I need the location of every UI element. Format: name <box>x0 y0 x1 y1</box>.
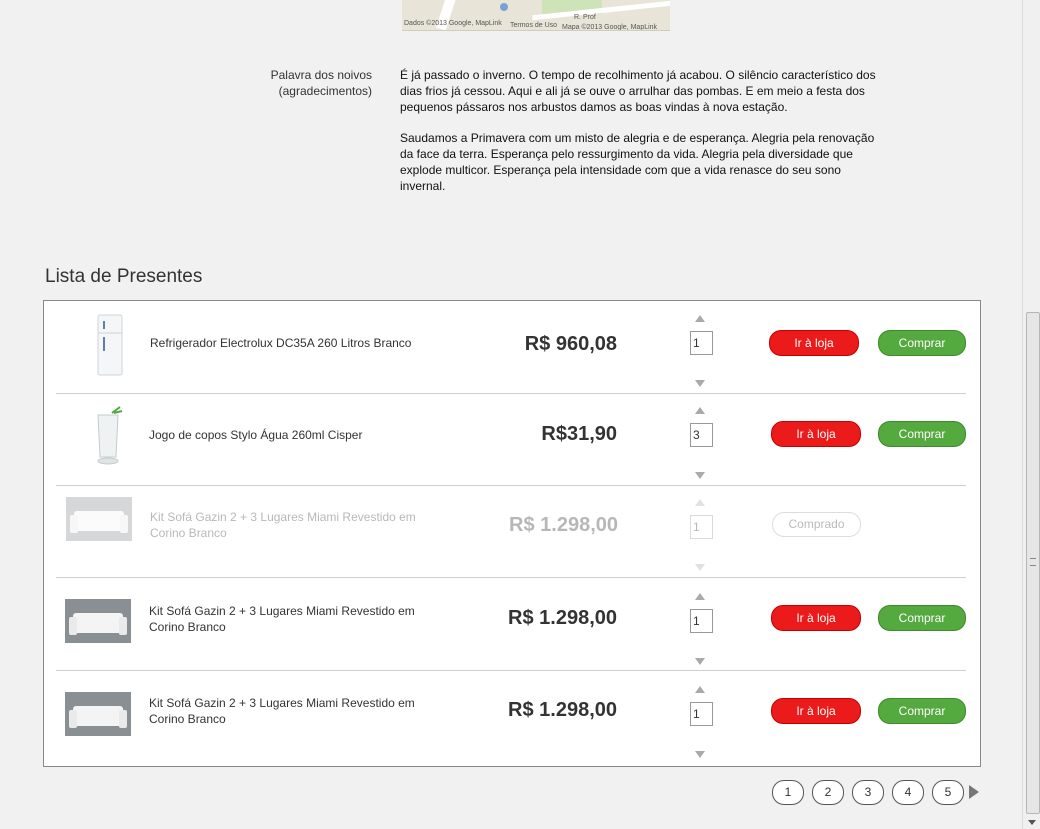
map-terms-link[interactable]: Termos de Uso <box>510 22 557 29</box>
decrement-arrow-icon[interactable] <box>695 658 705 665</box>
map-copyright: Mapa ©2013 Google, MapLink <box>562 24 658 31</box>
decrement-arrow-icon[interactable] <box>695 751 705 758</box>
gift-row-bought: Kit Sofá Gazin 2 + 3 Lugares Miami Reves… <box>56 485 966 578</box>
go-to-store-button[interactable]: Ir à loja <box>771 698 861 724</box>
map-street-label: R. Prof <box>574 14 596 21</box>
quantity-stepper[interactable]: 1 <box>690 593 713 665</box>
quantity-input[interactable]: 1 <box>690 331 713 355</box>
go-to-store-button[interactable]: Ir à loja <box>771 421 861 447</box>
gift-row: Kit Sofá Gazin 2 + 3 Lugares Miami Reves… <box>56 577 966 671</box>
message-paragraph: Saudamos a Primavera com um misto de ale… <box>400 131 875 193</box>
glass-image <box>74 403 142 471</box>
increment-arrow-icon[interactable] <box>695 593 705 600</box>
product-price: R$ 1.298,00 <box>508 699 617 721</box>
gift-row: Jogo de copos Stylo Água 260ml Cisper R$… <box>56 393 966 486</box>
product-name[interactable]: Kit Sofá Gazin 2 + 3 Lugares Miami Reves… <box>149 695 449 727</box>
increment-arrow-icon[interactable] <box>695 686 705 693</box>
sofa-image <box>66 497 132 541</box>
increment-arrow-icon[interactable] <box>695 315 705 322</box>
product-name[interactable]: Jogo de copos Stylo Água 260ml Cisper <box>149 427 449 443</box>
scrollbar-thumb[interactable] <box>1026 312 1040 814</box>
gift-row: Kit Sofá Gazin 2 + 3 Lugares Miami Reves… <box>56 671 966 763</box>
quantity-stepper[interactable]: 3 <box>690 407 713 479</box>
vertical-scrollbar[interactable] <box>1022 0 1040 829</box>
product-price: R$ 1.298,00 <box>509 514 618 536</box>
product-price: R$ 960,08 <box>524 333 617 355</box>
decrement-arrow-icon[interactable] <box>695 472 705 479</box>
decrement-arrow-icon[interactable] <box>695 380 705 387</box>
page-button-4[interactable]: 4 <box>892 780 924 805</box>
quantity-input[interactable]: 1 <box>690 609 713 633</box>
page-button-1[interactable]: 1 <box>772 780 804 805</box>
next-page-icon[interactable] <box>969 785 979 799</box>
go-to-store-button[interactable]: Ir à loja <box>769 330 859 356</box>
gift-list: Refrigerador Electrolux DC35A 260 Litros… <box>43 300 981 767</box>
quantity-stepper[interactable]: 1 <box>690 315 713 387</box>
quantity-stepper[interactable]: 1 <box>690 686 713 758</box>
product-name[interactable]: Refrigerador Electrolux DC35A 260 Litros… <box>150 335 450 351</box>
message-paragraph: É já passado o inverno. O tempo de recol… <box>400 68 876 114</box>
quantity-input[interactable]: 1 <box>690 702 713 726</box>
go-to-store-button[interactable]: Ir à loja <box>771 605 861 631</box>
couple-message-label: Palavra dos noivos (agradecimentos) <box>270 68 372 98</box>
quantity-stepper: 1 <box>690 499 713 571</box>
sofa-image <box>65 599 131 643</box>
buy-button[interactable]: Comprar <box>878 698 966 724</box>
fridge-image <box>76 311 144 379</box>
scroll-down-arrow-icon[interactable] <box>1028 820 1036 825</box>
product-price: R$ 1.298,00 <box>508 607 617 629</box>
scrollbar-grip-icon <box>1030 558 1036 566</box>
map-marker-icon <box>500 3 508 11</box>
gift-row: Refrigerador Electrolux DC35A 260 Litros… <box>56 301 966 394</box>
buy-button[interactable]: Comprar <box>878 605 966 631</box>
page-button-3[interactable]: 3 <box>852 780 884 805</box>
increment-arrow-icon[interactable] <box>695 407 705 414</box>
page-button-5[interactable]: 5 <box>932 780 964 805</box>
page-button-2[interactable]: 2 <box>812 780 844 805</box>
product-price: R$31,90 <box>541 423 617 445</box>
quantity-input: 1 <box>690 515 713 539</box>
couple-message: É já passado o inverno. O tempo de recol… <box>400 67 885 209</box>
buy-button[interactable]: Comprar <box>878 330 966 356</box>
quantity-input[interactable]: 3 <box>690 423 713 447</box>
sofa-image <box>65 692 131 736</box>
product-name[interactable]: Kit Sofá Gazin 2 + 3 Lugares Miami Reves… <box>150 509 450 541</box>
buy-button[interactable]: Comprar <box>878 421 966 447</box>
increment-arrow-icon <box>695 499 705 506</box>
map-copyright-data: Dados ©2013 Google, MapLink <box>404 20 502 27</box>
product-name[interactable]: Kit Sofá Gazin 2 + 3 Lugares Miami Reves… <box>149 603 449 635</box>
location-map[interactable]: Dados ©2013 Google, MapLink Termos de Us… <box>402 0 670 31</box>
bought-status: Comprado <box>772 512 861 537</box>
decrement-arrow-icon <box>695 564 705 571</box>
gift-list-title: Lista de Presentes <box>45 266 203 287</box>
